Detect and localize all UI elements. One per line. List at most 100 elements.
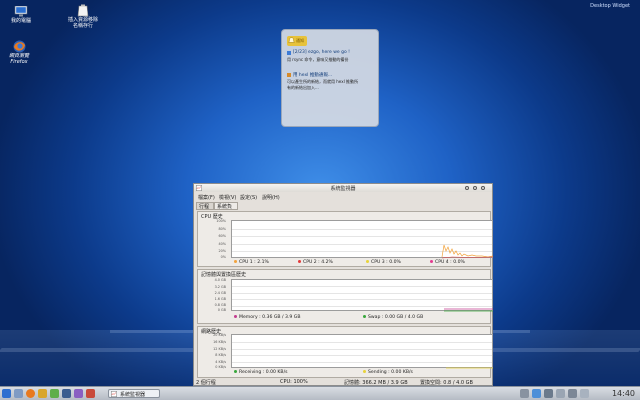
start-menu-icon[interactable] bbox=[2, 389, 11, 398]
cpu-legend-1: CPU 1 : 2.1% bbox=[234, 260, 269, 265]
legend-swatch bbox=[363, 315, 366, 318]
cpu-axis-tick: 20% bbox=[218, 249, 226, 253]
firefox-icon bbox=[13, 40, 25, 53]
network-axis-tick: 0 KB/s bbox=[215, 365, 226, 369]
notifications-icon[interactable] bbox=[580, 389, 589, 398]
status-bar: 2 個行程 CPU: 100% 記憶體: 366.2 MB / 3.9 GB 置… bbox=[194, 379, 492, 386]
legend-label: CPU 1 : 2.1% bbox=[239, 260, 269, 265]
desktop-icon-label: 插入資源移除 名稱存行 bbox=[67, 17, 98, 29]
volume-icon[interactable] bbox=[544, 389, 553, 398]
memory-axis-tick: 2.4 GB bbox=[214, 291, 226, 295]
legend-label: CPU 3 : 0.0% bbox=[371, 260, 401, 265]
memory-history-graph bbox=[231, 279, 493, 312]
notification-header: 通知 bbox=[287, 36, 307, 46]
cpu-legend-3: CPU 3 : 0.0% bbox=[366, 260, 401, 265]
memory-axis-tick: 0 GB bbox=[217, 308, 226, 312]
settings-icon[interactable] bbox=[86, 389, 95, 398]
memory-axis-tick: 0.8 GB bbox=[214, 303, 226, 307]
cpu-axis-tick: 80% bbox=[218, 226, 226, 231]
menu-bar: 檔案(F) 檢視(V) 設定(S) 說明(H) bbox=[194, 193, 492, 201]
memory-axis-tick: 3.2 GB bbox=[214, 284, 226, 289]
taskbar-task-system-monitor[interactable]: 系統監視器 bbox=[108, 389, 160, 398]
minimize-button[interactable] bbox=[465, 186, 469, 190]
network-axis-tick: 8 KB/s bbox=[215, 353, 226, 357]
receiving-legend: Receiving : 0.00 KB/s bbox=[234, 370, 288, 375]
cpu-history-line bbox=[441, 244, 494, 259]
notification-body: 有的新結出加入... bbox=[287, 85, 319, 90]
legend-swatch bbox=[363, 370, 366, 373]
maximize-button[interactable] bbox=[473, 186, 477, 190]
network-axis-tick: 4 KB/s bbox=[215, 359, 226, 364]
memory-axis-tick: 4.0 GB bbox=[214, 278, 226, 282]
office-icon[interactable] bbox=[50, 389, 59, 398]
desktop-icon-firefox[interactable]: 網頁瀏覽 Firefox bbox=[4, 40, 34, 65]
tab-processes[interactable]: 行程表 bbox=[196, 202, 214, 218]
notification-title[interactable]: [2/23] ezgo, here we go ! bbox=[293, 50, 350, 55]
legend-swatch bbox=[298, 260, 301, 263]
legend-swatch bbox=[234, 370, 237, 373]
notification-header-label: 通知 bbox=[296, 38, 304, 43]
sending-legend: Sending : 0.00 KB/s bbox=[363, 370, 413, 375]
bell-icon bbox=[288, 37, 295, 43]
system-monitor-window: 系統監視器 檔案(F) 檢視(V) 設定(S) 說明(H) 行程表 系統負載 C… bbox=[193, 183, 494, 386]
terminal-icon[interactable] bbox=[62, 389, 71, 398]
media-icon[interactable] bbox=[74, 389, 83, 398]
menu-view[interactable]: 檢視(V) bbox=[219, 194, 236, 201]
memory-history-panel: 記憶體與置換區歷史 4.0 GB 3.2 GB 2.4 GB 1.6 GB 0.… bbox=[197, 269, 493, 324]
menu-help[interactable]: 說明(H) bbox=[262, 194, 280, 201]
legend-label: Sending : 0.00 KB/s bbox=[368, 370, 413, 375]
cpu-legend-2: CPU 2 : 4.2% bbox=[298, 260, 333, 265]
keyboard-icon[interactable] bbox=[568, 389, 577, 398]
cpu-history-panel: CPU 歷史 100% 80% 60% 40% 20% 0% CPU 1 : 2… bbox=[197, 211, 494, 267]
desktop-name: Desktop Widget bbox=[590, 3, 630, 9]
removable-drive-icon bbox=[77, 4, 89, 17]
memory-history-line bbox=[444, 308, 493, 312]
show-desktop-icon[interactable] bbox=[14, 389, 23, 398]
file-manager-icon[interactable] bbox=[38, 389, 47, 398]
memory-axis-tick: 1.6 GB bbox=[214, 297, 226, 301]
menu-settings[interactable]: 設定(S) bbox=[240, 194, 257, 201]
info-icon bbox=[287, 51, 291, 55]
network-tray-icon[interactable] bbox=[532, 389, 541, 398]
cpu-axis-tick: 0% bbox=[220, 255, 226, 259]
legend-label: Receiving : 0.00 KB/s bbox=[239, 370, 288, 375]
taskbar-task-label: 系統監視器 bbox=[120, 392, 146, 398]
cpu-axis-tick: 100% bbox=[216, 219, 226, 223]
clock[interactable]: 14:40 bbox=[612, 389, 635, 398]
desktop-icon-removable-drive[interactable]: 插入資源移除 名稱存行 bbox=[60, 4, 106, 29]
legend-swatch bbox=[234, 315, 237, 318]
desktop-icon-label: 我的電腦 bbox=[10, 18, 31, 24]
legend-label: CPU 4 : 0.0% bbox=[435, 260, 465, 265]
status-swap: 置換空間: 0.8 / 4.0 GB bbox=[420, 380, 473, 386]
tray-icon[interactable] bbox=[520, 389, 529, 398]
desktop-icon-computer[interactable]: 我的電腦 bbox=[4, 6, 38, 24]
swap-legend: Swap : 0.00 GB / 4.0 GB bbox=[363, 315, 423, 320]
notification-title[interactable]: 用 hexl 推動通報... bbox=[293, 72, 332, 78]
menu-file[interactable]: 檔案(F) bbox=[198, 194, 215, 201]
window-titlebar[interactable]: 系統監視器 bbox=[194, 184, 492, 192]
network-history-graph bbox=[231, 334, 493, 369]
window-title: 系統監視器 bbox=[330, 186, 356, 192]
legend-label: Swap : 0.00 GB / 4.0 GB bbox=[368, 315, 424, 320]
clipboard-icon[interactable] bbox=[556, 389, 565, 398]
status-memory: 記憶體: 366.2 MB / 3.9 GB bbox=[344, 380, 408, 386]
update-icon bbox=[287, 73, 291, 77]
memory-history-title: 記憶體與置換區歷史 bbox=[201, 272, 247, 278]
computer-icon bbox=[14, 6, 28, 17]
network-history-line bbox=[446, 367, 493, 369]
cpu-history-graph bbox=[231, 220, 494, 259]
network-history-panel: 網路歷史 20 KB/s 16 KB/s 12 KB/s 8 KB/s 4 KB… bbox=[197, 326, 493, 378]
app-icon bbox=[111, 391, 117, 397]
network-axis-tick: 16 KB/s bbox=[213, 340, 226, 344]
firefox-icon[interactable] bbox=[26, 389, 35, 398]
taskbar: 系統監視器 14:40 bbox=[0, 386, 640, 400]
cpu-legend-4: CPU 4 : 0.0% bbox=[430, 260, 465, 265]
tab-bar: 行程表 系統負載 bbox=[194, 202, 492, 218]
notification-body: 用 rsync 命令，意味又推動的備份 bbox=[287, 57, 349, 62]
network-axis-tick: 20 KB/s bbox=[213, 333, 226, 337]
status-processes: 2 個行程 bbox=[196, 380, 216, 386]
close-button[interactable] bbox=[481, 186, 485, 190]
status-cpu: CPU: 100% bbox=[280, 379, 308, 385]
tab-system-load[interactable]: 系統負載 bbox=[214, 202, 238, 218]
network-axis-tick: 12 KB/s bbox=[213, 346, 226, 351]
